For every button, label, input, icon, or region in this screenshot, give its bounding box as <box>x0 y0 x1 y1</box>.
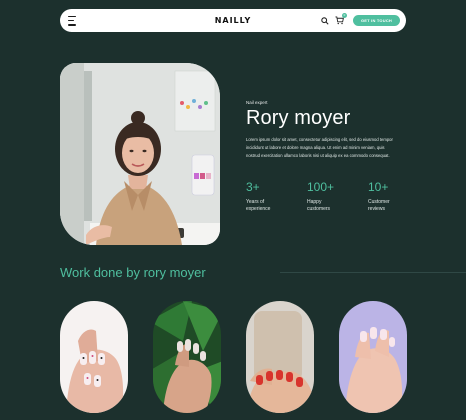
search-icon[interactable] <box>320 16 329 25</box>
stat-label: Happy customers <box>307 199 331 212</box>
stat-value: 100+ <box>307 180 335 194</box>
gallery-item-floral-nails[interactable] <box>60 301 128 413</box>
stat-customers: 100+ Happy customers <box>307 180 368 213</box>
stat-value: 3+ <box>246 180 260 194</box>
stat-value: 10+ <box>368 180 389 194</box>
work-section-title: Work done by rory moyer <box>60 265 206 280</box>
menu-icon[interactable] <box>68 15 80 26</box>
stat-reviews: 10+ Customer reviews <box>368 180 429 213</box>
stat-experience: 3+ Years of experience <box>246 180 307 213</box>
work-gallery <box>60 301 407 420</box>
hero-description: Lorem ipsum dolor sit amet, consectetur … <box>246 137 393 158</box>
hero-name: Rory moyer <box>246 107 351 129</box>
get-in-touch-button[interactable]: GET IN TOUCH <box>353 15 400 26</box>
nav-actions: 0 GET IN TOUCH <box>320 13 400 26</box>
hero-eyebrow: Nail expert <box>246 100 268 105</box>
stats-row: 3+ Years of experience 100+ Happy custom… <box>246 180 436 213</box>
stat-label: Years of experience <box>246 199 271 212</box>
cart-icon[interactable]: 0 <box>335 13 347 25</box>
top-navbar: NAILLY 0 GET IN TOUCH <box>60 9 406 32</box>
stat-label: Customer reviews <box>368 199 390 212</box>
hero-info: Nail expert Rory moyer Lorem ipsum dolor… <box>246 100 436 213</box>
gallery-item-red-nails[interactable] <box>246 301 314 413</box>
gallery-item-lavender-nails[interactable] <box>339 301 407 413</box>
site-logo[interactable]: NAILLY <box>215 16 252 25</box>
cart-count-badge: 0 <box>342 13 347 18</box>
section-divider <box>280 272 466 273</box>
hero-portrait-image <box>60 63 220 245</box>
gallery-item-green-nails[interactable] <box>153 301 221 413</box>
